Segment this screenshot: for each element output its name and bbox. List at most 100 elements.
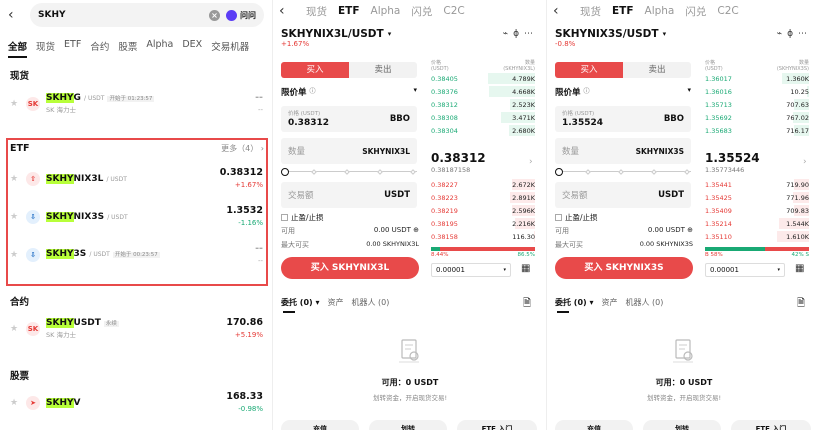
bid-row[interactable]: 1.35409 709.83 [705,204,809,217]
order-type-select[interactable]: 限价单 ⓘ ▾ [555,86,691,98]
nav-tab-c2c[interactable]: C2C [443,5,464,17]
buy-button[interactable]: 买入 SKHYNIX3S [555,257,693,279]
pair-header[interactable]: SKHYNIX3L/USDT ▾ ⌁ϕ⋯ [273,28,546,40]
layout-icon[interactable]: ▦ [521,263,530,274]
bid-row[interactable]: 0.38223 2.891K [431,191,535,204]
quantity-input[interactable]: 数量 SKHYNIX3L [281,138,417,164]
transfer-button[interactable]: 划转 [369,420,447,430]
list-item[interactable]: ★ ➤ SKHYV 168.33 -0.98% [0,386,272,420]
nav-tab-alpha[interactable]: Alpha [371,5,401,17]
list-item[interactable]: ★ SK SKHYUSDT 永续 SK 海力士 170.86 +5.19% [0,312,272,346]
bid-row[interactable]: 0.38195 2.216K [431,217,535,230]
more-icon[interactable]: ⋯ [524,29,538,39]
back-icon[interactable]: ‹ [8,7,24,23]
slider-handle[interactable] [281,168,289,176]
ask-row[interactable]: 1.35692 767.02 [705,111,809,124]
ask-row[interactable]: 0.38304 2.680K [431,124,535,137]
nav-tab-swap[interactable]: 闪兑 [685,4,706,19]
nav-tab-etf[interactable]: ETF [612,5,634,17]
pair-header[interactable]: SKHYNIX3S/USDT ▾ ⌁ϕ⋯ [547,28,820,40]
chart-icon[interactable]: ⌁ [503,29,513,39]
tab-bots[interactable]: 机器人 (0) [625,297,663,308]
ask-row[interactable]: 0.38312 2.523K [431,98,535,111]
nav-tab-c2c[interactable]: C2C [717,5,738,17]
slider-handle[interactable] [555,168,563,176]
tpsl-checkbox[interactable]: 止盈/止损 [555,212,598,223]
tab-all[interactable]: 全部 [8,39,28,58]
ask-row[interactable]: 1.35683 716.17 [705,124,809,137]
bid-row[interactable]: 0.38219 2.596K [431,204,535,217]
buy-tab[interactable]: 买入 [555,62,623,78]
amount-slider[interactable] [555,168,691,176]
buy-tab[interactable]: 买入 [281,62,349,78]
ask-button[interactable]: 问问 [226,9,256,21]
star-icon[interactable]: ★ [10,99,26,109]
list-item[interactable]: ★ ⇩ SKHY3S / USDT 开始于 00:23:57 -- -- [0,238,272,272]
ask-row[interactable]: 0.38308 3.471K [431,111,535,124]
amount-slider[interactable] [281,168,417,176]
chart-icon[interactable]: ⌁ [777,29,787,39]
chevron-right-icon[interactable]: › [803,157,807,167]
more-icon[interactable]: ⋯ [798,29,812,39]
nav-tab-alpha[interactable]: Alpha [645,5,675,17]
tab-bots[interactable]: 机器人 (0) [351,297,389,308]
settings-icon[interactable]: ϕ [787,29,798,39]
star-icon[interactable]: ★ [10,324,26,334]
price-input[interactable]: 价格 (USDT) 0.38312 BBO [281,106,417,132]
layout-icon[interactable]: ▦ [795,263,804,274]
tab-dex[interactable]: DEX [182,39,202,58]
tab-assets[interactable]: 资产 [601,297,617,308]
document-icon[interactable]: 🗎 [523,296,531,313]
bid-row[interactable]: 1.35425 771.96 [705,191,809,204]
document-icon[interactable]: 🗎 [797,296,805,313]
price-input[interactable]: 价格 (USDT) 1.35524 BBO [555,106,691,132]
buy-button[interactable]: 买入 SKHYNIX3L [281,257,419,279]
depth-select[interactable]: 0.00001 ▾ [705,263,785,277]
ask-row[interactable]: 1.36017 1.360K [705,72,809,85]
back-icon[interactable]: ‹ [279,3,295,19]
deposit-button[interactable]: 充值 [281,420,359,430]
ask-row[interactable]: 1.35713 707.63 [705,98,809,111]
sell-tab[interactable]: 卖出 [349,62,417,78]
tab-stocks[interactable]: 股票 [118,39,137,58]
star-icon[interactable]: ★ [10,174,26,184]
etf-intro-button[interactable]: ETF 入门 [457,420,537,430]
chevron-right-icon[interactable]: › [529,157,533,167]
order-type-select[interactable]: 限价单 ⓘ ▾ [281,86,417,98]
bid-row[interactable]: 1.35441 719.90 [705,178,809,191]
nav-tab-swap[interactable]: 闪兑 [411,4,432,19]
etf-intro-button[interactable]: ETF 入门 [731,420,811,430]
amount-input[interactable]: 交易额 USDT [555,182,691,208]
clear-icon[interactable]: × [209,9,220,21]
list-item[interactable]: ★ SK SKHYG / USDT 开始于 01:23:57 SK 海力士 -- -- [0,87,272,121]
nav-tab-etf[interactable]: ETF [338,5,360,17]
star-icon[interactable]: ★ [10,398,26,408]
bid-row[interactable]: 1.35214 1.544K [705,217,809,230]
deposit-button[interactable]: 充值 [555,420,633,430]
amount-input[interactable]: 交易额 USDT [281,182,417,208]
tab-orders[interactable]: 委托 (0) ▾ [555,297,593,308]
tab-assets[interactable]: 资产 [327,297,343,308]
bbo-button[interactable]: BBO [664,114,684,124]
ask-row[interactable]: 1.36016 10.25 [705,85,809,98]
bid-row[interactable]: 0.38227 2.672K [431,178,535,191]
nav-tab-spot[interactable]: 现货 [580,4,601,19]
quantity-input[interactable]: 数量 SKHYNIX3S [555,138,691,164]
bid-row[interactable]: 1.35110 1.610K [705,230,809,243]
ask-row[interactable]: 0.38376 4.668K [431,85,535,98]
tab-futures[interactable]: 合约 [90,39,109,58]
tpsl-checkbox[interactable]: 止盈/止损 [281,212,324,223]
tab-spot[interactable]: 现货 [36,39,55,58]
bbo-button[interactable]: BBO [390,114,410,124]
settings-icon[interactable]: ϕ [513,29,524,39]
tab-orders[interactable]: 委托 (0) ▾ [281,297,319,308]
back-icon[interactable]: ‹ [553,3,569,19]
search-input[interactable]: SKHY × 问问 [30,3,264,27]
nav-tab-spot[interactable]: 现货 [306,4,327,19]
star-icon[interactable]: ★ [10,212,26,222]
sell-tab[interactable]: 卖出 [623,62,691,78]
tab-alpha[interactable]: Alpha [146,39,173,58]
bid-row[interactable]: 0.38158 116.30 [431,230,535,243]
list-item[interactable]: ★ ⇩ SKHYNIX3S / USDT 1.3532 -1.16% [0,200,272,234]
tab-etf[interactable]: ETF [64,39,81,58]
